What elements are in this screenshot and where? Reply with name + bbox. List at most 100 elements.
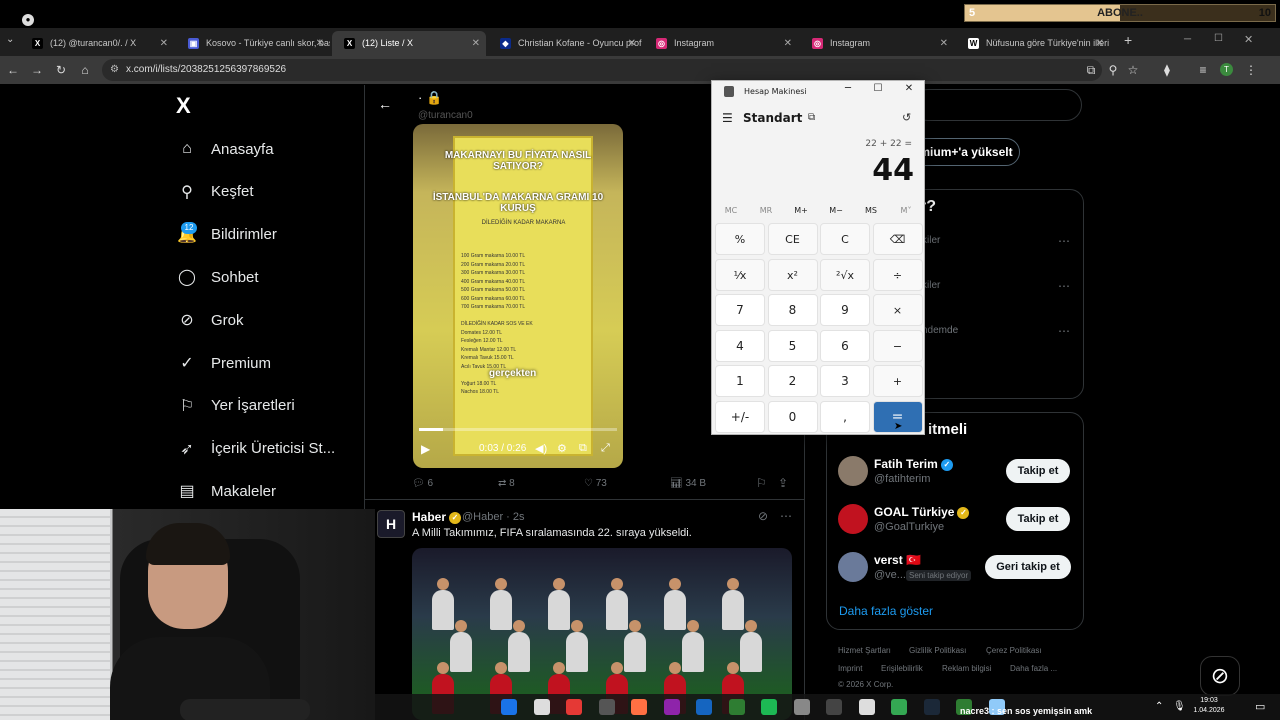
- app-icon[interactable]: [728, 699, 745, 715]
- calc-key-2-2[interactable]: 9: [820, 294, 870, 326]
- tab-1[interactable]: X (12) @turancan0/. / X ✕: [20, 31, 174, 56]
- calc-key-2-1[interactable]: 8: [767, 294, 818, 326]
- sidebar-item-article[interactable]: ▤ Makaleler: [176, 476, 276, 506]
- trend-more-icon[interactable]: ⋯: [1058, 279, 1070, 293]
- follow-button[interactable]: Takip et: [1006, 459, 1070, 483]
- app-icon[interactable]: [826, 699, 842, 715]
- new-tab-button[interactable]: +: [1124, 32, 1132, 48]
- memory-button[interactable]: M−: [821, 206, 851, 215]
- app-icon[interactable]: [598, 699, 615, 715]
- follow-avatar[interactable]: [838, 504, 868, 534]
- fullscreen-icon[interactable]: ⤢: [601, 442, 610, 455]
- tab-4[interactable]: ◆ Christian Kofane - Oyuncu profil ✕: [488, 31, 642, 56]
- app-icon[interactable]: [533, 699, 550, 715]
- more-options-icon[interactable]: ⋯: [780, 509, 792, 523]
- calc-key-5-1[interactable]: 0: [767, 400, 818, 433]
- follow-name[interactable]: Fatih Terim ✓: [874, 457, 953, 471]
- follow-button[interactable]: Takip et: [1006, 507, 1070, 531]
- follow-name[interactable]: verst 🇹🇷: [874, 553, 921, 567]
- pip-icon[interactable]: ⧉: [579, 442, 587, 455]
- back-arrow-icon[interactable]: ←: [4, 61, 22, 79]
- steam-icon[interactable]: [923, 699, 940, 715]
- calc-key-2-0[interactable]: 7: [715, 294, 765, 326]
- repost-action[interactable]: ⇄ 8: [498, 478, 515, 489]
- memory-button[interactable]: MS: [856, 206, 886, 215]
- notification-center-icon[interactable]: ▭: [1255, 700, 1265, 713]
- site-info-icon[interactable]: ⚙: [110, 59, 119, 81]
- reply-action[interactable]: 💬︎ 6: [412, 478, 433, 489]
- search-input[interactable]: [912, 89, 1082, 121]
- address-bar[interactable]: ⚙ x.com/i/lists/2038251256397869526: [102, 59, 1102, 81]
- sidebar-item-rocket[interactable]: ➶ İçerik Üreticisi St...: [176, 434, 335, 464]
- zoom-icon[interactable]: ⚲: [1104, 61, 1122, 79]
- tab-5[interactable]: ◎ Instagram ✕: [644, 31, 798, 56]
- calc-key-3-2[interactable]: 6: [820, 329, 870, 362]
- memory-button[interactable]: M˅: [891, 206, 921, 215]
- tweet-author-name[interactable]: Haber ✓: [412, 510, 462, 524]
- app-icon[interactable]: [793, 699, 810, 715]
- calc-key-1-0[interactable]: ⅟x: [715, 258, 765, 291]
- calc-key-1-3[interactable]: ÷: [872, 258, 923, 291]
- tab-3[interactable]: X (12) Liste / X ✕: [332, 31, 486, 56]
- calc-key-4-3[interactable]: +: [872, 365, 923, 397]
- tab-close-icon[interactable]: ✕: [316, 31, 324, 56]
- calc-key-4-2[interactable]: 3: [820, 365, 870, 397]
- app-icon[interactable]: [631, 699, 647, 715]
- haber-avatar[interactable]: H: [377, 510, 405, 538]
- follow-avatar[interactable]: [838, 552, 868, 582]
- calc-close-button[interactable]: ✕: [899, 83, 919, 94]
- footer-link[interactable]: Çerez Politikası: [986, 646, 1042, 655]
- hamburger-menu-icon[interactable]: ☰: [722, 111, 733, 125]
- grok-tweet-icon[interactable]: ⊘: [758, 509, 768, 523]
- settings-icon[interactable]: ⚙: [557, 442, 567, 455]
- show-more-link[interactable]: Daha fazla göster: [839, 604, 933, 618]
- clock[interactable]: 19:03 1.04.2026: [1187, 696, 1231, 716]
- memory-button[interactable]: MC: [716, 206, 746, 215]
- grok-float-button[interactable]: ⊘: [1200, 656, 1240, 696]
- bookmark-star-icon[interactable]: ☆: [1124, 61, 1142, 79]
- footer-link[interactable]: Imprint: [838, 664, 862, 673]
- play-icon[interactable]: ▶: [421, 442, 430, 456]
- bookmark-icon[interactable]: ⚐: [756, 476, 767, 490]
- minimize-button[interactable]: ─: [1184, 34, 1191, 45]
- calc-key-1-2[interactable]: ²√x: [820, 258, 870, 291]
- keep-on-top-icon[interactable]: ⧉: [808, 112, 815, 123]
- calc-key-0-0[interactable]: %: [715, 223, 765, 255]
- install-app-icon[interactable]: ⧉: [1082, 61, 1100, 79]
- chrome-icon[interactable]: [891, 699, 907, 715]
- back-arrow-button[interactable]: ←: [378, 96, 392, 112]
- footer-link[interactable]: © 2026 X Corp.: [838, 680, 893, 689]
- sidebar-item-home[interactable]: ⌂ Anasayfa: [176, 134, 273, 164]
- sidebar-item-bookmark[interactable]: ⚐ Yer İşaretleri: [176, 391, 295, 421]
- follow-avatar[interactable]: [838, 456, 868, 486]
- premium-upgrade-button[interactable]: mium+'a yükselt: [912, 138, 1020, 166]
- chrome-icon[interactable]: [501, 699, 517, 715]
- tray-chevron-icon[interactable]: ⌃: [1155, 701, 1163, 712]
- memory-button[interactable]: M+: [786, 206, 816, 215]
- tab-6[interactable]: ◎ Instagram ✕: [800, 31, 954, 56]
- spotify-icon[interactable]: [761, 699, 777, 715]
- tab-search-icon[interactable]: ⌄: [6, 34, 14, 45]
- profile-avatar[interactable]: T: [1220, 63, 1233, 76]
- calc-key-1-1[interactable]: x²: [767, 258, 818, 291]
- app-icon[interactable]: [566, 699, 582, 715]
- tab-close-icon[interactable]: ✕: [160, 31, 168, 56]
- footer-link[interactable]: Erişilebilirlik: [881, 664, 923, 673]
- maximize-button[interactable]: ☐: [1214, 33, 1223, 44]
- browser-menu-icon[interactable]: ⋮: [1242, 61, 1260, 79]
- volume-icon[interactable]: ◀): [535, 442, 547, 455]
- premiere-icon[interactable]: [696, 699, 712, 715]
- tab-2[interactable]: ▣ Kosovo - Türkiye canlı skor, baş ✕: [176, 31, 330, 56]
- footer-link[interactable]: Daha fazla ...: [1010, 664, 1057, 673]
- close-window-button[interactable]: ✕: [1244, 33, 1253, 46]
- video-progress-bar[interactable]: [419, 428, 617, 431]
- reload-icon[interactable]: ↻: [52, 61, 70, 79]
- trend-more-icon[interactable]: ⋯: [1058, 324, 1070, 338]
- calc-key-2-3[interactable]: ×: [872, 294, 923, 326]
- x-logo[interactable]: X: [176, 93, 191, 119]
- tab-close-icon[interactable]: ✕: [1096, 31, 1104, 56]
- trend-more-icon[interactable]: ⋯: [1058, 234, 1070, 248]
- sidebar-item-search[interactable]: ⚲ Keşfet: [176, 177, 253, 207]
- sidebar-item-premium[interactable]: ✓ Premium: [176, 348, 271, 378]
- tab-close-icon[interactable]: ✕: [940, 31, 948, 56]
